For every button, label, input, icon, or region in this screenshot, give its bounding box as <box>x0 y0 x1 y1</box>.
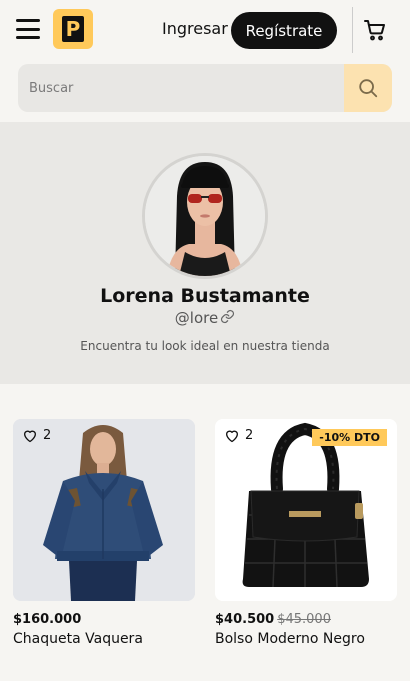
denim-jacket-photo <box>13 419 195 601</box>
menu-icon-line <box>16 27 40 31</box>
menu-button[interactable] <box>15 18 41 40</box>
like-count: 2 <box>43 428 52 443</box>
heart-icon <box>226 430 238 443</box>
like-button[interactable]: 2 <box>224 428 253 443</box>
logo-letter: P <box>62 16 84 42</box>
black-bag-photo <box>215 419 397 601</box>
profile-section: Lorena Bustamante @lore Encuentra tu loo… <box>0 122 410 384</box>
product-card[interactable]: 2 $160.000 Chaqueta Vaquera <box>13 419 195 647</box>
avatar-photo <box>145 156 265 276</box>
discount-badge: -10% DTO <box>312 429 387 446</box>
brand-logo[interactable]: P <box>53 9 93 49</box>
product-image[interactable]: 2 <box>13 419 195 601</box>
profile-bio: Encuentra tu look ideal en nuestra tiend… <box>80 339 330 353</box>
product-card[interactable]: 2 -10% DTO $40.500 $45.000 Bolso Moderno … <box>215 419 397 647</box>
register-button[interactable]: Regístrate <box>231 12 337 49</box>
login-link[interactable]: Ingresar <box>162 19 228 38</box>
heart-icon <box>24 430 36 443</box>
product-title[interactable]: Bolso Moderno Negro <box>215 631 397 647</box>
search-input[interactable] <box>18 64 344 112</box>
cart-icon <box>364 20 385 41</box>
price-row: $160.000 <box>13 612 195 627</box>
profile-handle: @lore <box>174 309 219 327</box>
cart-button[interactable] <box>363 18 387 42</box>
search-bar <box>18 64 392 112</box>
price: $160.000 <box>13 612 82 627</box>
product-image[interactable]: 2 -10% DTO <box>215 419 397 601</box>
search-button[interactable] <box>344 64 392 112</box>
search-icon <box>359 79 378 98</box>
top-bar: P Ingresar Regístrate <box>0 0 410 122</box>
avatar <box>142 153 268 279</box>
menu-icon-line <box>16 36 40 39</box>
profile-name: Lorena Bustamante <box>100 285 310 307</box>
profile-handle-row: @lore <box>0 309 410 328</box>
price: $40.500 <box>215 612 275 627</box>
link-icon[interactable] <box>220 309 235 328</box>
like-button[interactable]: 2 <box>22 428 51 443</box>
menu-icon-line <box>16 19 40 22</box>
like-count: 2 <box>245 428 254 443</box>
original-price: $45.000 <box>277 612 331 627</box>
price-row: $40.500 $45.000 <box>215 612 397 627</box>
product-title[interactable]: Chaqueta Vaquera <box>13 631 195 647</box>
header-divider <box>352 7 353 53</box>
